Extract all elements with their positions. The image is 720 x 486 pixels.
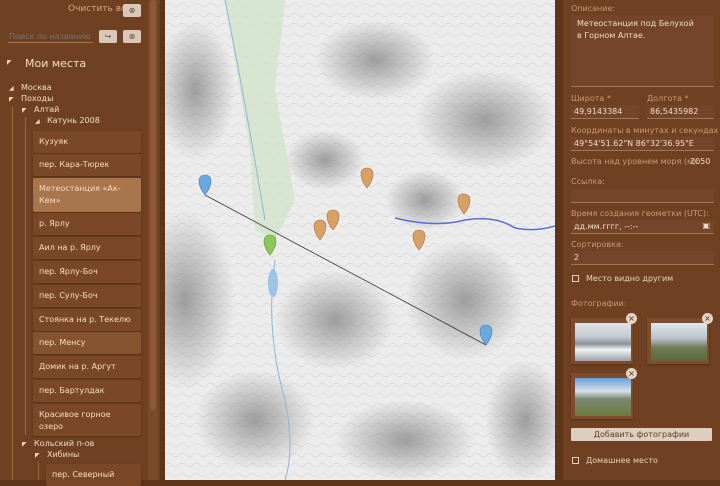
place-item[interactable]: Стоянка на р. Текелю <box>33 309 141 331</box>
tree-altai[interactable]: Алтай <box>34 105 59 114</box>
collapse-icon[interactable]: ◤ <box>9 96 14 103</box>
tree-khibiny[interactable]: Хибины <box>47 450 79 459</box>
sidebar-scroll-thumb[interactable] <box>150 0 156 410</box>
calendar-icon[interactable]: ▣ <box>702 221 710 230</box>
time-input[interactable]: дд.мм.гггг, --:-- ▣ <box>571 220 714 234</box>
photo-thumbnail[interactable]: × <box>647 313 713 364</box>
clear-icon[interactable]: ⊗ <box>123 4 141 17</box>
expand-icon[interactable]: ◢ <box>9 85 14 92</box>
expand-icon[interactable]: ◢ <box>35 118 40 125</box>
place-item[interactable]: пер. Менсу <box>33 332 141 354</box>
place-item[interactable]: пер. Кара-Тюрек <box>33 154 141 176</box>
place-item[interactable]: пер. Бартулдак <box>33 380 141 402</box>
place-item[interactable]: Кузуяк <box>33 131 141 153</box>
place-item[interactable]: пер. Сулу-Боч <box>33 285 141 307</box>
place-item[interactable]: Домик на р. Аргут <box>33 356 141 378</box>
latitude-label: Широта * <box>571 94 611 103</box>
home-checkbox[interactable] <box>572 457 579 464</box>
dms-label: Координаты в минутах и секундах <box>571 126 719 135</box>
tree-kola[interactable]: Кольский п-ов <box>34 439 94 448</box>
collapse-icon[interactable]: ◤ <box>7 59 12 66</box>
tree-katun[interactable]: Катунь 2008 <box>47 116 100 125</box>
latitude-input[interactable]: 49,9143384 <box>571 105 639 119</box>
visible-label: Место видно другим <box>586 274 674 283</box>
place-item[interactable]: пер. Северный <box>46 464 141 486</box>
sort-input[interactable]: 2 <box>571 251 714 265</box>
longitude-label: Долгота * <box>647 94 689 103</box>
go-button[interactable]: ↪ <box>99 30 117 43</box>
place-item-selected[interactable]: Метеостанция «Ак-Кем» <box>33 178 141 212</box>
description-textarea[interactable]: Метеостанция под Белухой в Горном Алтае. <box>571 15 714 87</box>
remove-photo-icon[interactable]: × <box>702 313 713 324</box>
altitude-label: Высота над уровнем моря (м): <box>571 157 699 166</box>
sort-label: Сортировка: <box>571 240 624 249</box>
link-input[interactable] <box>571 189 714 203</box>
place-item[interactable]: р. Ярлу <box>33 213 141 235</box>
collapse-icon[interactable]: ◤ <box>35 452 40 459</box>
visible-checkbox[interactable] <box>572 275 579 282</box>
reset-search-button[interactable]: ⊗ <box>123 30 141 43</box>
place-item[interactable]: пер. Ярлу-Боч <box>33 261 141 283</box>
remove-photo-icon[interactable]: × <box>626 313 637 324</box>
photo-thumbnail[interactable]: × <box>571 368 637 419</box>
add-photos-button[interactable]: Добавить фотографии <box>571 428 712 441</box>
place-item[interactable]: Аил на р. Ярлу <box>33 237 141 259</box>
my-places-title: Мои места <box>25 57 87 70</box>
photos-label: Фотографии: <box>571 299 627 308</box>
details-panel: Описание: Метеостанция под Белухой в Гор… <box>563 0 720 480</box>
clear-all-link[interactable]: Очистить всё <box>68 4 132 14</box>
altitude-value: 2050 <box>690 157 711 166</box>
time-label: Время создания геометки (UTC): <box>571 209 709 218</box>
description-label: Описание: <box>571 4 616 13</box>
search-input[interactable] <box>8 30 93 43</box>
link-label: Ссылка: <box>571 177 605 186</box>
longitude-input[interactable]: 86,5435982 <box>647 105 714 119</box>
time-placeholder: дд.мм.гггг, --:-- <box>574 222 639 231</box>
photo-thumbnail[interactable]: × <box>571 313 637 364</box>
collapse-icon[interactable]: ◤ <box>22 441 27 448</box>
place-item[interactable]: Красивое горное озеро <box>33 404 141 436</box>
dms-input[interactable]: 49°54'51.62"N 86°32'36.95"E <box>571 137 714 151</box>
collapse-icon[interactable]: ◤ <box>22 107 27 114</box>
tree-moscow[interactable]: Москва <box>21 83 52 92</box>
remove-photo-icon[interactable]: × <box>626 368 637 379</box>
home-label: Домашнее место <box>586 456 658 465</box>
sidebar: Очистить всё ⊗ ↪ ⊗ ◤ Мои места ◢ Москва … <box>0 0 160 486</box>
tree-hikes[interactable]: Походы <box>21 94 53 103</box>
map[interactable] <box>165 0 555 480</box>
